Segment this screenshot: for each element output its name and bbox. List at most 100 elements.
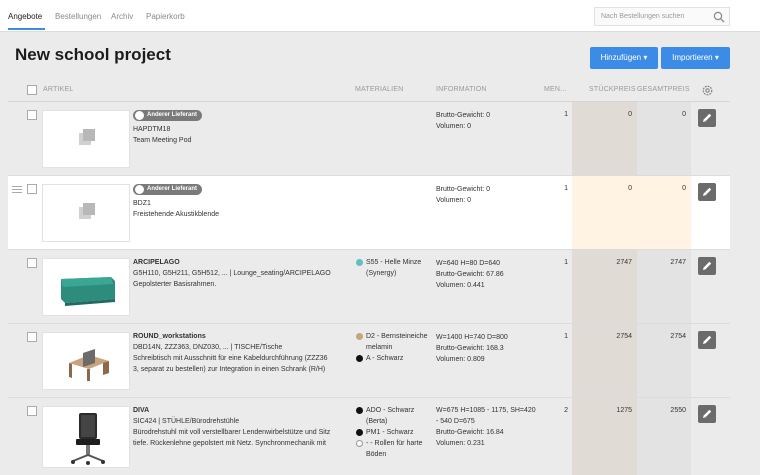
tab-archiv[interactable]: Archiv [111, 12, 133, 21]
add-button[interactable]: Hinzufügen ▾ [590, 47, 658, 69]
total-price-value: 2754 [670, 333, 686, 340]
search-icon[interactable] [713, 11, 725, 23]
info-weight: Brutto-Gewicht: 0 [436, 112, 491, 119]
material-swatch [356, 440, 363, 447]
row-checkbox[interactable] [27, 406, 37, 416]
article-description-cont: 3, separat zu bestellen) zur Integration… [133, 366, 326, 373]
table-row[interactable]: ARCIPELAGO G5H110, G5H211, G5H512, ... |… [8, 250, 730, 324]
info-dimensions: W=640 H=80 D=640 [436, 260, 501, 267]
info-dimensions-cont: - 540 D=675 [436, 418, 475, 425]
material-label: A - Schwarz [366, 355, 404, 362]
edit-button[interactable] [698, 405, 716, 423]
info-volume: Volumen: 0 [436, 197, 472, 204]
row-checkbox[interactable] [27, 258, 37, 268]
search-placeholder: Nach Bestellungen suchen [601, 13, 685, 20]
quantity-value[interactable]: 2 [538, 407, 568, 414]
material-label-sub: melamin [366, 344, 393, 351]
supplier-badge-label: Anderer Lieferant [147, 112, 198, 118]
article-name: ROUND_workstations [133, 333, 206, 340]
tab-papierkorb[interactable]: Papierkorb [146, 12, 185, 21]
col-information[interactable]: INFORMATION [436, 86, 487, 93]
info-volume: Volumen: 0.231 [436, 440, 485, 447]
col-materials[interactable]: MATERIALIEN [355, 86, 403, 93]
drag-handle-icon[interactable] [12, 186, 22, 195]
table-row[interactable]: Anderer Lieferant BDZ1 Freistehende Akus… [8, 176, 730, 250]
material-label: S55 - Helle Minze [366, 259, 422, 266]
supplier-badge-label: Anderer Lieferant [147, 186, 198, 192]
table-row[interactable]: DIVA SIC424 | STÜHLE/Bürodrehstühle Büro… [8, 398, 730, 475]
unit-price-value: 2754 [616, 333, 632, 340]
col-total-price[interactable]: GESAMTPREIS [637, 86, 690, 93]
quantity-value[interactable]: 1 [538, 111, 568, 118]
settings-gear-icon[interactable] [701, 84, 714, 97]
article-description-cont: tiefe. Rückenlehne gepolstert mit Netz. … [133, 440, 326, 447]
top-navigation: Angebote Bestellungen Archiv Papierkorb … [0, 0, 760, 32]
import-button-label: Importieren [672, 53, 713, 62]
table-header: ARTIKEL MATERIALIEN INFORMATION MEN... S… [8, 80, 730, 102]
info-volume: Volumen: 0.809 [436, 356, 485, 363]
article-description: Schreibtisch mit Ausschnitt für eine Kab… [133, 355, 328, 362]
quantity-value[interactable]: 1 [538, 185, 568, 192]
material-swatch [356, 355, 363, 362]
sofa-product-image [61, 277, 115, 306]
product-thumbnail [42, 184, 130, 242]
import-button[interactable]: Importieren ▾ [661, 47, 730, 69]
total-price-value: 0 [682, 185, 686, 192]
quantity-value[interactable]: 1 [538, 333, 568, 340]
material-label: ADO - Schwarz [366, 407, 415, 414]
material-swatch [356, 429, 363, 436]
edit-button[interactable] [698, 257, 716, 275]
active-tab-indicator [8, 28, 45, 30]
supplier-icon [135, 185, 144, 194]
table-row[interactable]: ROUND_workstations DBD14N, ZZZ363, DNZ03… [8, 324, 730, 398]
table-row[interactable]: Anderer Lieferant HAPDTM18 Team Meeting … [8, 102, 730, 176]
edit-button[interactable] [698, 331, 716, 349]
info-dimensions: W=675 H=1085 - 1175, SH=420 [436, 407, 536, 414]
edit-button[interactable] [698, 109, 716, 127]
pencil-icon [703, 261, 712, 270]
col-unit-price[interactable]: STÜCKPREIS [589, 86, 636, 93]
material-label: - - Rollen für harte [366, 440, 423, 447]
col-article[interactable]: ARTIKEL [43, 86, 73, 93]
material-swatch [356, 333, 363, 340]
row-checkbox[interactable] [27, 332, 37, 342]
pencil-icon [703, 187, 712, 196]
article-code: SIC424 | STÜHLE/Bürodrehstühle [133, 418, 240, 425]
article-description: Freistehende Akustikblende [133, 211, 219, 218]
info-weight: Brutto-Gewicht: 0 [436, 186, 491, 193]
edit-button[interactable] [698, 183, 716, 201]
total-price-value: 0 [682, 111, 686, 118]
material-label-sub: (Berta) [366, 418, 388, 425]
search-input[interactable]: Nach Bestellungen suchen [594, 7, 730, 26]
tab-bestellungen[interactable]: Bestellungen [55, 12, 101, 21]
desk-product-image [69, 349, 109, 381]
main-content: New school project Hinzufügen ▾ Importie… [8, 32, 730, 475]
supplier-badge: Anderer Lieferant [133, 184, 203, 195]
supplier-badge: Anderer Lieferant [133, 110, 203, 121]
unit-price-value: 2747 [616, 259, 632, 266]
tab-angebote[interactable]: Angebote [8, 12, 42, 21]
article-code: DBD14N, ZZZ363, DNZ030, ... | TISCHE/Tis… [133, 344, 283, 351]
select-all-checkbox[interactable] [27, 85, 37, 95]
col-quantity[interactable]: MEN... [544, 86, 567, 93]
page-title: New school project [15, 45, 171, 64]
product-thumbnail [42, 258, 130, 316]
chair-product-image [71, 413, 105, 465]
add-button-label: Hinzufügen [600, 53, 642, 62]
caret-down-icon: ▾ [643, 53, 648, 62]
image-placeholder-icon [79, 129, 95, 145]
article-name: DIVA [133, 407, 150, 414]
info-dimensions: W=1400 H=740 D=800 [436, 334, 508, 341]
material-swatch [356, 407, 363, 414]
product-thumbnail [42, 332, 130, 390]
info-volume: Volumen: 0 [436, 123, 472, 130]
material-label: PM1 - Schwarz [366, 429, 414, 436]
supplier-icon [135, 111, 144, 120]
row-checkbox[interactable] [27, 184, 37, 194]
quantity-value[interactable]: 1 [538, 259, 568, 266]
row-checkbox[interactable] [27, 110, 37, 120]
total-price-value: 2550 [670, 407, 686, 414]
pencil-icon [703, 409, 712, 418]
material-label: D2 - Bernsteineiche [366, 333, 428, 340]
article-description: Gepolsterter Basisrahmen. [133, 281, 217, 288]
